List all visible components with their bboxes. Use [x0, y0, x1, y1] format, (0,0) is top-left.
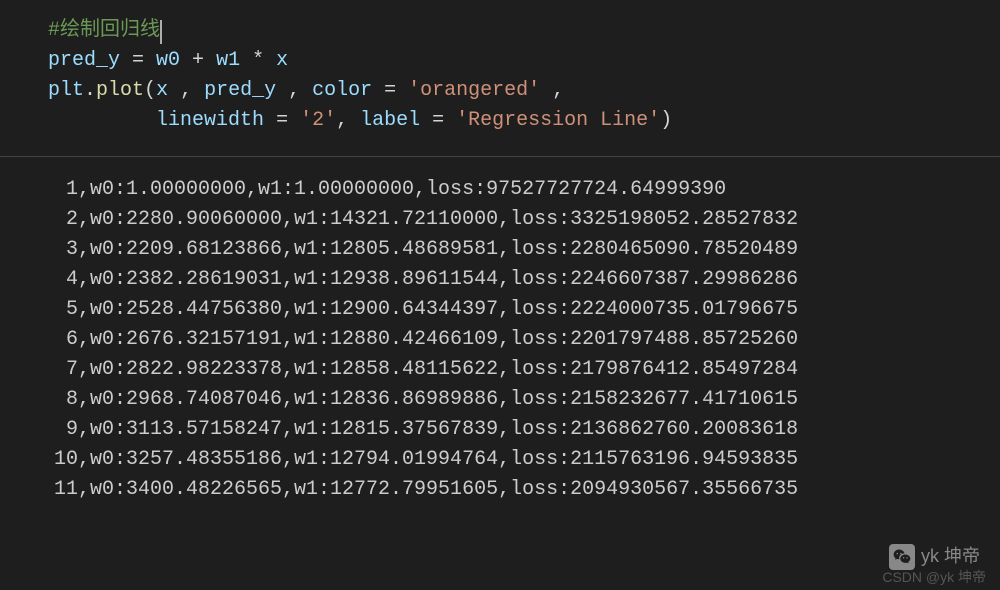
text-cursor: [160, 20, 162, 44]
code-line-3[interactable]: plt.plot(x , pred_y , color = 'orangered…: [48, 76, 1000, 106]
output-line: 2,w0:2280.90060000,w1:14321.72110000,los…: [48, 205, 1000, 235]
output-line: 4,w0:2382.28619031,w1:12938.89611544,los…: [48, 265, 1000, 295]
comment-text: #绘制回归线: [48, 19, 160, 42]
sub-watermark: CSDN @yk 坤帝: [882, 567, 986, 588]
output-line: 1,w0:1.00000000,w1:1.00000000,loss:97527…: [48, 175, 1000, 205]
output-line: 8,w0:2968.74087046,w1:12836.86989886,los…: [48, 385, 1000, 415]
code-editor[interactable]: #绘制回归线 pred_y = w0 + w1 * x plt.plot(x ,…: [0, 0, 1000, 156]
watermark: yk 坤帝: [889, 543, 980, 570]
code-line-4[interactable]: linewidth = '2', label = 'Regression Lin…: [48, 106, 1000, 136]
code-line-1[interactable]: #绘制回归线: [48, 16, 1000, 46]
output-line: 10,w0:3257.48355186,w1:12794.01994764,lo…: [48, 445, 1000, 475]
output-line: 5,w0:2528.44756380,w1:12900.64344397,los…: [48, 295, 1000, 325]
output-line: 3,w0:2209.68123866,w1:12805.48689581,los…: [48, 235, 1000, 265]
watermark-text: yk 坤帝: [921, 543, 980, 570]
output-pane[interactable]: 1,w0:1.00000000,w1:1.00000000,loss:97527…: [0, 157, 1000, 505]
output-line: 6,w0:2676.32157191,w1:12880.42466109,los…: [48, 325, 1000, 355]
output-line: 7,w0:2822.98223378,w1:12858.48115622,los…: [48, 355, 1000, 385]
code-line-2[interactable]: pred_y = w0 + w1 * x: [48, 46, 1000, 76]
output-line: 9,w0:3113.57158247,w1:12815.37567839,los…: [48, 415, 1000, 445]
output-line: 11,w0:3400.48226565,w1:12772.79951605,lo…: [48, 475, 1000, 505]
wechat-icon: [889, 544, 915, 570]
